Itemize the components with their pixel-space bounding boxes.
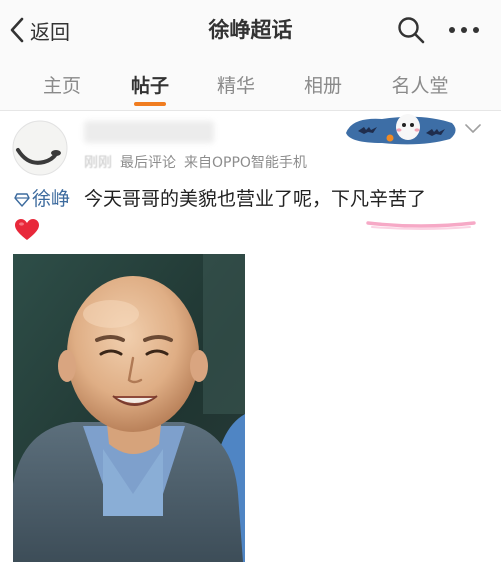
- more-icon: [449, 27, 479, 33]
- tab-bar: 主页 帖子 精华 相册 名人堂: [0, 58, 501, 111]
- active-tab-indicator: [134, 102, 166, 106]
- post-content: 徐峥 今天哥哥的美貌也营业了呢，下凡辛苦了: [14, 186, 492, 213]
- heart-icon: [15, 219, 39, 240]
- search-button[interactable]: [396, 15, 426, 45]
- tab-hall-of-fame[interactable]: 名人堂: [391, 71, 448, 98]
- post-time: 刚刚: [84, 155, 112, 171]
- avatar-image: [12, 120, 68, 176]
- chevron-down-icon[interactable]: [464, 122, 482, 136]
- chevron-left-icon: [10, 17, 24, 43]
- post-meta: 刚刚 最后评论 来自OPPO智能手机: [84, 152, 315, 172]
- topic-link[interactable]: 徐峥: [14, 188, 70, 210]
- post-photo[interactable]: [13, 254, 245, 562]
- halloween-decoration-icon: [346, 114, 456, 145]
- user-name-redacted: [84, 121, 214, 143]
- top-navigation-bar: 返回 徐峥超话: [0, 0, 501, 58]
- back-button[interactable]: 返回: [8, 12, 70, 48]
- portrait-image: [13, 254, 245, 562]
- tab-posts[interactable]: 帖子: [131, 71, 169, 98]
- topic-link-label: 徐峥: [32, 188, 71, 210]
- tab-home[interactable]: 主页: [43, 71, 81, 98]
- highlight-underline: [366, 221, 476, 230]
- post-text: 今天哥哥的美貌也营业了呢，下凡辛苦了: [84, 188, 427, 210]
- diamond-icon: [14, 193, 30, 207]
- search-icon: [398, 17, 425, 44]
- back-label: 返回: [30, 19, 70, 44]
- tab-album[interactable]: 相册: [304, 71, 342, 98]
- more-options-button[interactable]: [446, 15, 482, 45]
- super-topic-screen: 返回 徐峥超话 主页 帖子 精华 相册 名人堂 刚刚 最后评论 来自OPPO智能…: [0, 0, 501, 576]
- post-source: 来自OPPO智能手机: [184, 155, 307, 171]
- avatar[interactable]: [12, 120, 68, 176]
- tab-featured[interactable]: 精华: [217, 71, 255, 98]
- sort-label: 最后评论: [120, 155, 176, 171]
